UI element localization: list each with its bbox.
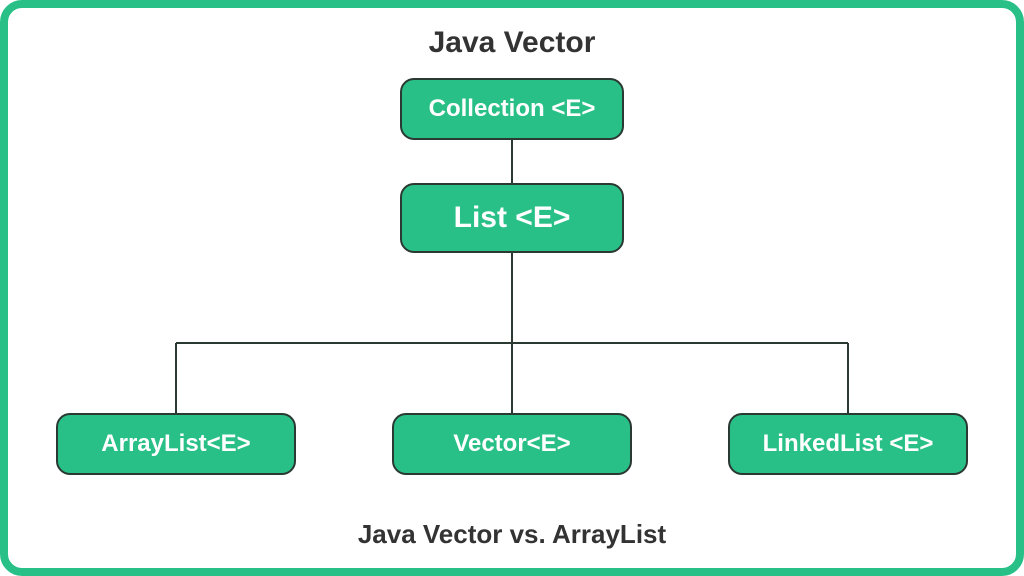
node-label: List <E>	[454, 201, 571, 235]
diagram-caption: Java Vector vs. ArrayList	[8, 519, 1016, 550]
node-label: LinkedList <E>	[763, 430, 934, 458]
node-collection: Collection <E>	[400, 78, 624, 140]
node-vector: Vector<E>	[392, 413, 632, 475]
diagram-frame: Java Vector Collection <E> List <E> Arra…	[0, 0, 1024, 576]
node-label: Vector<E>	[453, 430, 570, 458]
node-label: Collection <E>	[429, 95, 596, 123]
node-arraylist: ArrayList<E>	[56, 413, 296, 475]
node-linkedlist: LinkedList <E>	[728, 413, 968, 475]
node-label: ArrayList<E>	[101, 430, 250, 458]
diagram-title: Java Vector	[8, 26, 1016, 60]
node-list: List <E>	[400, 183, 624, 253]
